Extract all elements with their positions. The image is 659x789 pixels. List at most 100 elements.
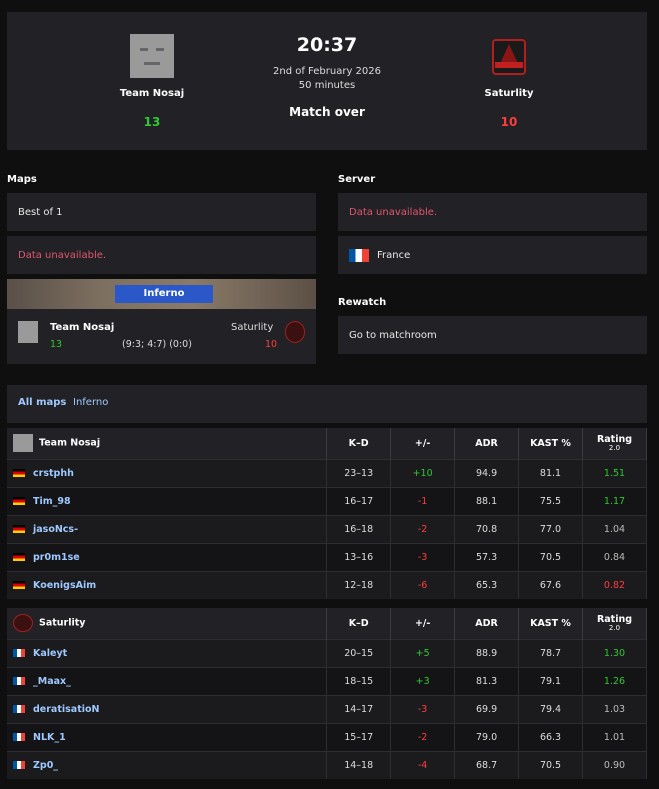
player-cell[interactable]: deratisatioN [7, 694, 328, 723]
tab-inferno[interactable]: Inferno [73, 397, 108, 408]
player-adr: 88.1 [454, 486, 520, 515]
germany-flag-icon [13, 581, 25, 590]
col-pm: +/- [390, 608, 456, 639]
player-row: deratisatioN 14–17 -3 69.9 79.4 1.03 [7, 694, 647, 723]
player-row: _Maax_ 18–15 +3 81.3 79.1 1.26 [7, 666, 647, 695]
team1-logo [130, 34, 174, 78]
player-cell[interactable]: Zp0_ [7, 750, 328, 779]
col-kd: K–D [326, 428, 392, 459]
team1-name: Team Nosaj [119, 88, 185, 99]
team2-stats-table: Saturlity K–D +/- ADR KAST % Rating 2.0 K… [7, 608, 647, 779]
map-half-scores: (9:3; 4:7) (0:0) [122, 339, 192, 350]
player-kast: 70.5 [518, 750, 583, 779]
stats-tabs: All maps Inferno [7, 385, 647, 423]
go-to-matchroom-button[interactable]: Go to matchroom [338, 316, 647, 354]
player-cell[interactable]: pr0m1se [7, 542, 328, 571]
france-flag-icon [13, 705, 25, 713]
team1-table-logo [13, 434, 33, 453]
col-adr: ADR [454, 608, 520, 639]
map-card[interactable]: Inferno Team Nosaj 13 (9:3; 4:7) (0:0) S… [7, 279, 316, 364]
team2-score: 10 [500, 115, 518, 129]
player-name[interactable]: KoenigsAim [33, 580, 96, 591]
player-kd: 14–18 [326, 750, 392, 779]
player-cell[interactable]: NLK_1 [7, 722, 328, 751]
player-rating: 1.51 [582, 458, 648, 487]
match-time: 20:37 [296, 34, 358, 56]
player-cell[interactable]: Kaleyt [7, 638, 328, 667]
player-adr: 69.9 [454, 694, 520, 723]
player-kd: 15–17 [326, 722, 392, 751]
player-row: Zp0_ 14–18 -4 68.7 70.5 0.90 [7, 750, 647, 779]
maps-unavailable-box: Data unavailable. [7, 236, 316, 274]
germany-flag-icon [13, 469, 25, 477]
team2-table-logo [13, 614, 33, 633]
player-kd: 12–18 [326, 570, 392, 599]
player-row: NLK_1 15–17 -2 79.0 66.3 1.01 [7, 722, 647, 751]
player-row: KoenigsAim 12–18 -6 65.3 67.6 0.82 [7, 570, 648, 599]
map-team1-score: 13 [50, 339, 63, 350]
player-cell[interactable]: jasoNcs- [7, 514, 328, 543]
player-name[interactable]: _Maax_ [33, 676, 71, 687]
team1-stats-table: Team Nosaj K–D +/- ADR KAST % Rating 2.0 … [7, 428, 648, 599]
team2-table-name: Saturlity [39, 617, 86, 629]
player-plus-minus: -4 [390, 750, 456, 779]
player-kd: 16–18 [326, 514, 392, 543]
map-team2-score: 10 [265, 339, 278, 350]
player-kd: 20–15 [326, 638, 392, 667]
player-kast: 77.0 [518, 514, 583, 543]
player-rating: 0.84 [582, 542, 648, 571]
match-status: Match over [289, 105, 365, 119]
player-adr: 65.3 [454, 570, 520, 599]
col-adr: ADR [454, 428, 520, 459]
player-rating: 1.26 [582, 666, 647, 695]
player-adr: 81.3 [454, 666, 520, 695]
player-cell[interactable]: crstphh [7, 458, 328, 487]
player-name[interactable]: Tim_98 [33, 496, 71, 507]
player-row: pr0m1se 13–16 -3 57.3 70.5 0.84 [7, 542, 648, 571]
maps-label: Maps [7, 174, 37, 185]
france-flag-icon [349, 248, 369, 262]
player-kd: 13–16 [326, 542, 392, 571]
team2-block[interactable]: Saturlity 10 [464, 36, 554, 129]
maps-unavailable-text: Data unavailable. [18, 249, 107, 261]
team1-block[interactable]: Team Nosaj 13 [107, 34, 197, 129]
france-flag-icon [13, 733, 25, 741]
germany-flag-icon [13, 525, 25, 533]
player-rating: 0.82 [582, 570, 648, 599]
team1-table-name: Team Nosaj [39, 437, 101, 449]
player-kd: 18–15 [326, 666, 392, 695]
team2-name: Saturlity [484, 88, 534, 99]
player-adr: 57.3 [454, 542, 520, 571]
france-flag-icon [13, 649, 25, 657]
rewatch-label: Rewatch [338, 297, 387, 308]
player-name[interactable]: jasoNcs- [33, 524, 78, 535]
player-kast: 75.5 [518, 486, 583, 515]
col-pm: +/- [390, 428, 456, 459]
tab-all-maps[interactable]: All maps [18, 397, 66, 408]
player-adr: 70.8 [454, 514, 520, 543]
player-kast: 79.4 [518, 694, 583, 723]
match-center: 20:37 2nd of February 2026 50 minutes Ma… [252, 34, 402, 119]
player-cell[interactable]: _Maax_ [7, 666, 328, 695]
player-name[interactable]: deratisatioN [33, 704, 99, 715]
player-cell[interactable]: KoenigsAim [7, 570, 328, 599]
player-name[interactable]: Zp0_ [33, 760, 58, 771]
player-row: jasoNcs- 16–18 -2 70.8 77.0 1.04 [7, 514, 648, 543]
player-name[interactable]: pr0m1se [33, 552, 80, 563]
player-kast: 79.1 [518, 666, 583, 695]
france-flag-icon [13, 761, 25, 770]
match-header: Team Nosaj 13 20:37 2nd of February 2026… [7, 12, 647, 150]
player-kast: 67.6 [518, 570, 583, 599]
server-unavailable-box: Data unavailable. [338, 193, 647, 231]
player-cell[interactable]: Tim_98 [7, 486, 328, 515]
germany-flag-icon [13, 553, 25, 561]
player-plus-minus: -2 [390, 722, 456, 751]
player-name[interactable]: crstphh [33, 468, 74, 479]
team1-score: 13 [143, 115, 161, 129]
map-banner: Inferno [7, 279, 316, 309]
player-name[interactable]: NLK_1 [33, 732, 66, 743]
player-adr: 68.7 [454, 750, 520, 779]
server-label: Server [338, 174, 376, 185]
player-rating: 1.30 [582, 638, 647, 667]
player-name[interactable]: Kaleyt [33, 648, 67, 659]
